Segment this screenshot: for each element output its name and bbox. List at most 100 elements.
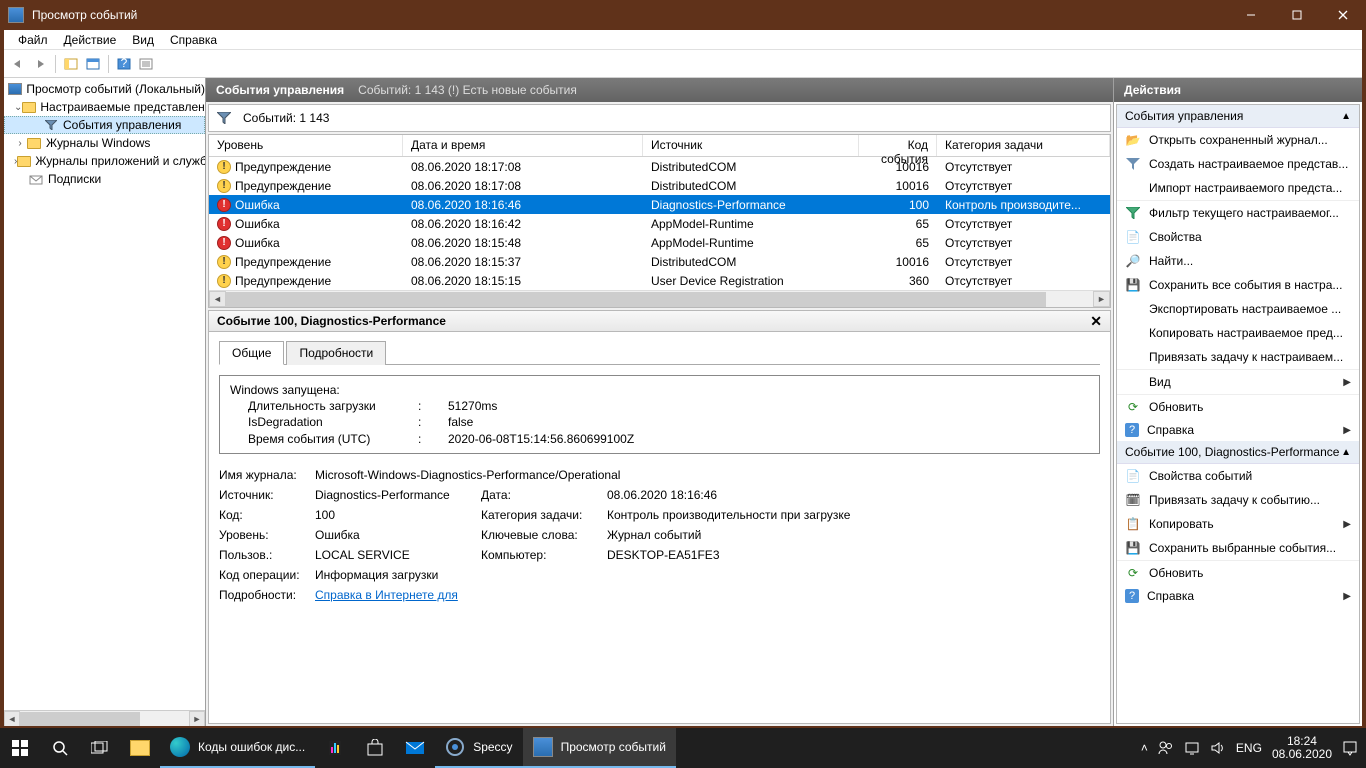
grid-body[interactable]: Предупреждение08.06.2020 18:17:08Distrib… <box>209 157 1110 290</box>
clock[interactable]: 18:24 08.06.2020 <box>1272 735 1332 761</box>
tree-root[interactable]: Просмотр событий (Локальный) <box>4 80 205 98</box>
action-refresh[interactable]: ⟳Обновить <box>1117 395 1359 419</box>
action-find[interactable]: 🔎Найти... <box>1117 249 1359 273</box>
tree[interactable]: Просмотр событий (Локальный) ⌄ Настраива… <box>4 78 205 710</box>
cell-code: 360 <box>859 274 937 288</box>
action-label: Сохранить все события в настра... <box>1149 278 1342 292</box>
scroll-thumb[interactable] <box>20 712 140 726</box>
actions-section-events[interactable]: События управления ▲ <box>1117 105 1359 128</box>
expand-icon[interactable]: › <box>14 138 26 149</box>
detail-close-button[interactable]: ✕ <box>1090 313 1102 330</box>
scroll-right-button[interactable]: ► <box>1093 291 1110 307</box>
taskbar-app-eventviewer[interactable]: Просмотр событий <box>523 728 676 768</box>
show-hide-tree-button[interactable] <box>61 54 81 74</box>
properties-icon: 📄 <box>1125 468 1141 484</box>
task-view-button[interactable] <box>80 728 120 768</box>
tree-admin-events[interactable]: События управления <box>4 116 205 134</box>
action-event-properties[interactable]: 📄Свойства событий <box>1117 464 1359 488</box>
prop-value: 100 <box>315 508 475 522</box>
close-button[interactable] <box>1320 0 1366 30</box>
notifications-button[interactable] <box>1342 740 1358 756</box>
taskbar-app-mail[interactable] <box>395 728 435 768</box>
export-button[interactable] <box>83 54 103 74</box>
error-icon <box>217 198 231 212</box>
table-row[interactable]: Предупреждение08.06.2020 18:17:08Distrib… <box>209 176 1110 195</box>
action-export-view[interactable]: Экспортировать настраиваемое ... <box>1117 297 1359 321</box>
msg-val: false <box>448 415 473 429</box>
tree-hscrollbar[interactable]: ◄ ► <box>4 710 205 726</box>
menu-action[interactable]: Действие <box>56 31 125 49</box>
col-source[interactable]: Источник <box>643 135 859 156</box>
col-level[interactable]: Уровень <box>209 135 403 156</box>
col-date[interactable]: Дата и время <box>403 135 643 156</box>
action-view[interactable]: Вид▶ <box>1117 370 1359 394</box>
collapse-icon[interactable]: ▲ <box>1341 111 1351 122</box>
col-category[interactable]: Категория задачи <box>937 135 1110 156</box>
help-button[interactable]: ? <box>114 54 134 74</box>
online-help-link[interactable]: Справка в Интернете для <box>315 588 1100 602</box>
taskbar-app-speccy[interactable]: Speccy <box>435 728 522 768</box>
taskbar-app-deezer[interactable] <box>315 728 355 768</box>
action-import-view[interactable]: Импорт настраиваемого предста... <box>1117 176 1359 200</box>
menu-view[interactable]: Вид <box>124 31 162 49</box>
action-properties[interactable]: 📄 Свойства <box>1117 225 1359 249</box>
language-indicator[interactable]: ENG <box>1236 741 1262 755</box>
table-row[interactable]: Ошибка08.06.2020 18:16:42AppModel-Runtim… <box>209 214 1110 233</box>
action-create-view[interactable]: Создать настраиваемое представ... <box>1117 152 1359 176</box>
minimize-button[interactable] <box>1228 0 1274 30</box>
collapse-icon[interactable]: ▲ <box>1341 447 1351 458</box>
action-filter-view[interactable]: Фильтр текущего настраиваемог... <box>1117 201 1359 225</box>
table-row[interactable]: Ошибка08.06.2020 18:15:48AppModel-Runtim… <box>209 233 1110 252</box>
tree-subscriptions[interactable]: Подписки <box>4 170 205 188</box>
save-icon: 💾 <box>1125 277 1141 293</box>
properties-button[interactable] <box>136 54 156 74</box>
scroll-left-button[interactable]: ◄ <box>4 711 20 726</box>
action-label: Привязать задачу к настраиваем... <box>1149 350 1343 364</box>
start-button[interactable] <box>0 728 40 768</box>
maximize-button[interactable] <box>1274 0 1320 30</box>
grid-hscrollbar[interactable]: ◄ ► <box>209 290 1110 307</box>
tree-windows-logs[interactable]: › Журналы Windows <box>4 134 205 152</box>
action-copy-view[interactable]: Копировать настраиваемое пред... <box>1117 321 1359 345</box>
action-attach-task-event[interactable]: 🗓Привязать задачу к событию... <box>1117 488 1359 512</box>
action-copy[interactable]: 📋Копировать▶ <box>1117 512 1359 536</box>
network-icon[interactable] <box>1184 741 1200 755</box>
file-explorer-button[interactable] <box>120 728 160 768</box>
nav-back-button[interactable] <box>8 54 28 74</box>
table-row[interactable]: Предупреждение08.06.2020 18:17:08Distrib… <box>209 157 1110 176</box>
action-refresh-2[interactable]: ⟳Обновить <box>1117 561 1359 585</box>
msg-key: IsDegradation <box>248 414 418 430</box>
col-code[interactable]: Код события <box>859 135 937 156</box>
nav-forward-button[interactable] <box>30 54 50 74</box>
table-row[interactable]: Предупреждение08.06.2020 18:15:37Distrib… <box>209 252 1110 271</box>
actions-section-selected-event[interactable]: Событие 100, Diagnostics-Performance ▲ <box>1117 441 1359 464</box>
scroll-thumb[interactable] <box>226 292 1046 307</box>
tab-general[interactable]: Общие <box>219 341 284 365</box>
table-row[interactable]: Ошибка08.06.2020 18:16:46Diagnostics-Per… <box>209 195 1110 214</box>
action-open-saved-log[interactable]: 📂Открыть сохраненный журнал... <box>1117 128 1359 152</box>
action-save-all[interactable]: 💾 Сохранить все события в настра... <box>1117 273 1359 297</box>
taskbar-app-edge[interactable]: Коды ошибок дис... <box>160 728 315 768</box>
action-help-2[interactable]: ?Справка▶ <box>1117 585 1359 607</box>
tab-details[interactable]: Подробности <box>286 341 386 365</box>
volume-icon[interactable] <box>1210 741 1226 755</box>
taskbar-app-store[interactable] <box>355 728 395 768</box>
tree-custom-views[interactable]: ⌄ Настраиваемые представления <box>4 98 205 116</box>
refresh-icon: ⟳ <box>1125 399 1141 415</box>
action-label: Свойства <box>1149 230 1202 244</box>
detail-header: Событие 100, Diagnostics-Performance ✕ <box>208 310 1111 332</box>
scroll-left-button[interactable]: ◄ <box>209 291 226 307</box>
search-button[interactable] <box>40 728 80 768</box>
tray-overflow-button[interactable]: ˄ <box>1141 741 1148 755</box>
scroll-right-button[interactable]: ► <box>189 711 205 726</box>
collapse-icon[interactable]: ⌄ <box>14 102 22 113</box>
action-help[interactable]: ?Справка▶ <box>1117 419 1359 441</box>
action-attach-task-view[interactable]: Привязать задачу к настраиваем... <box>1117 345 1359 369</box>
menu-help[interactable]: Справка <box>162 31 225 49</box>
menu-file[interactable]: Файл <box>10 31 56 49</box>
properties-icon: 📄 <box>1125 229 1141 245</box>
table-row[interactable]: Предупреждение08.06.2020 18:15:15User De… <box>209 271 1110 290</box>
people-icon[interactable] <box>1158 740 1174 756</box>
tree-app-logs[interactable]: › Журналы приложений и служб <box>4 152 205 170</box>
action-save-selected[interactable]: 💾Сохранить выбранные события... <box>1117 536 1359 560</box>
